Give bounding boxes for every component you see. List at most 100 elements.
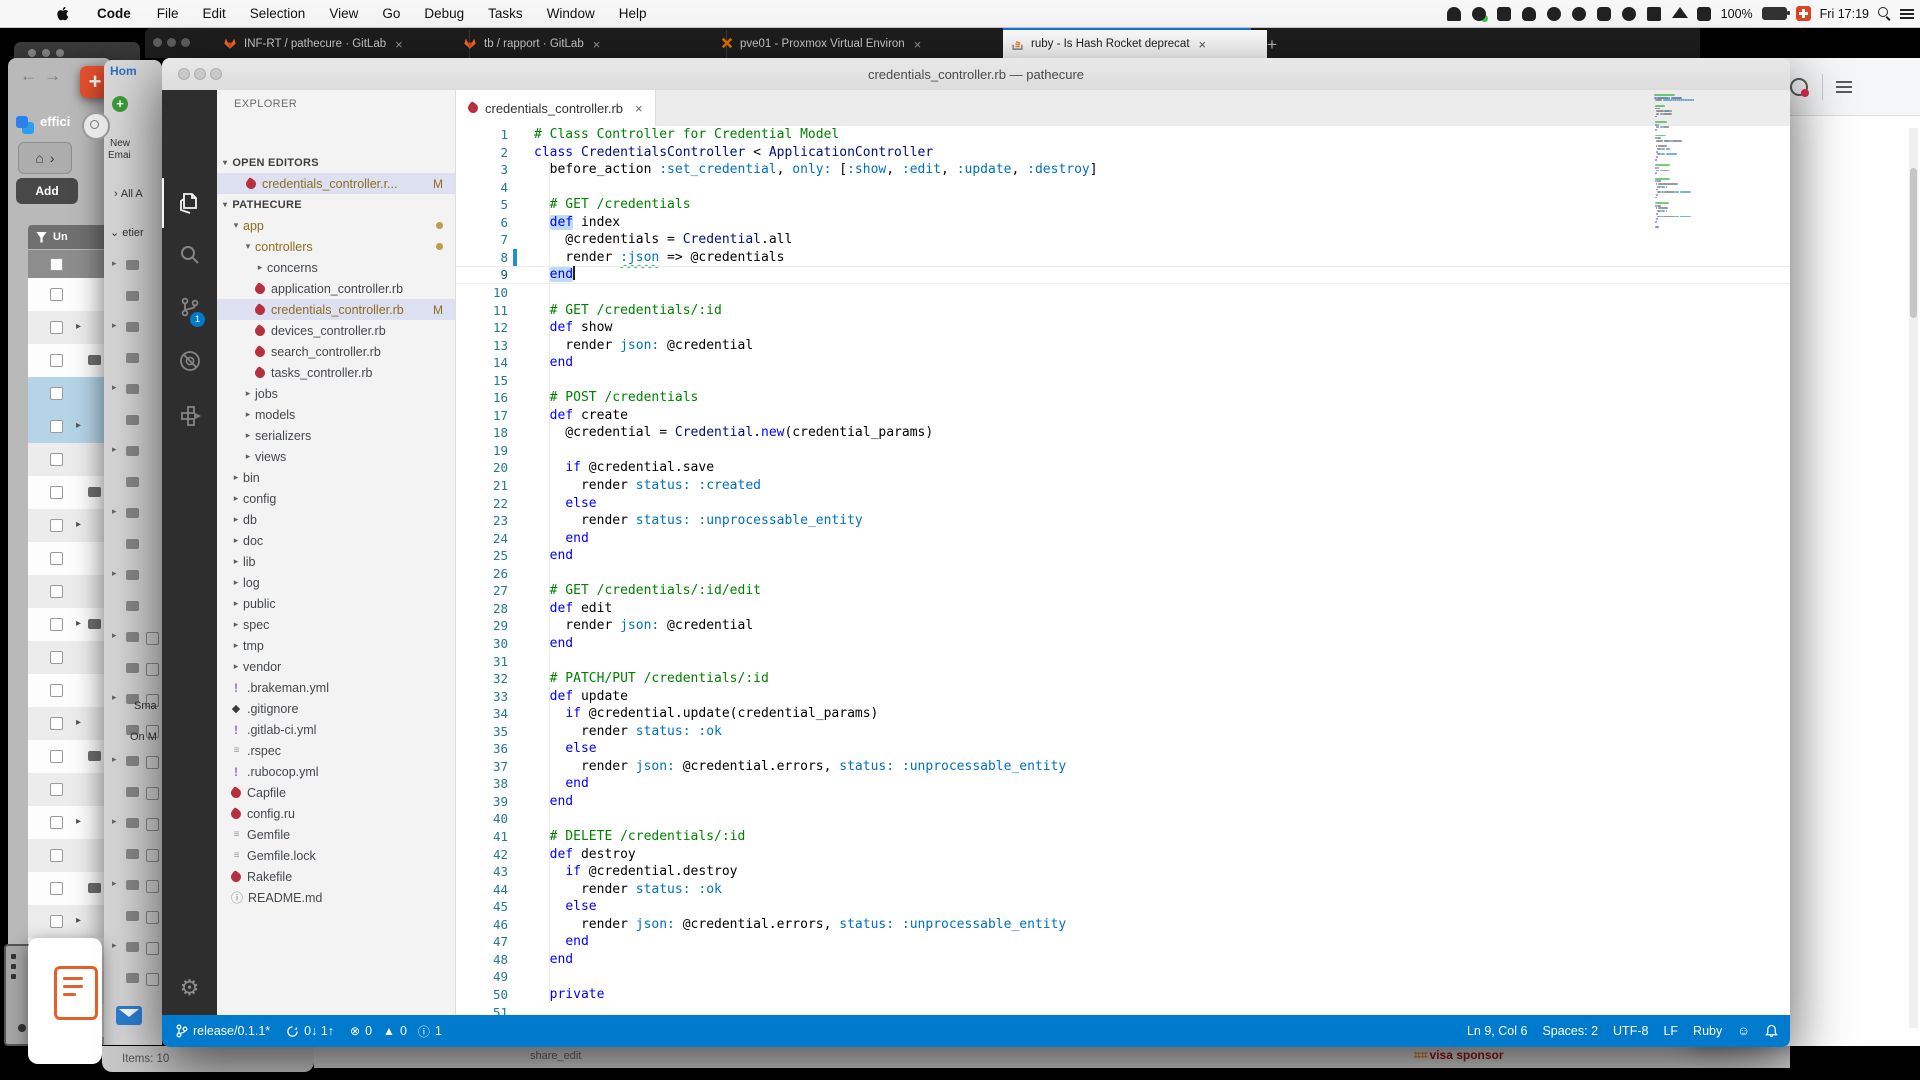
mail-folder-icon[interactable]	[126, 322, 139, 332]
encoding-setting[interactable]: UTF-8	[1613, 1024, 1648, 1038]
mail-folder-icon[interactable]	[126, 632, 139, 642]
code-line-32[interactable]: 32 # PATCH/PUT /credentials/:id	[456, 670, 1790, 688]
menu-item-file[interactable]: File	[145, 6, 191, 21]
search-icon[interactable]	[162, 230, 217, 280]
open-editors-header[interactable]: ▾OPEN EDITORS	[217, 152, 455, 173]
chevron-right-icon[interactable]: ▸	[112, 754, 117, 765]
eol-setting[interactable]: LF	[1663, 1024, 1678, 1038]
list-row[interactable]	[28, 476, 112, 509]
code-view[interactable]: 1# Class Controller for Credential Model…	[456, 126, 1790, 1015]
chevron-right-icon[interactable]: ▸	[112, 816, 117, 827]
list-row[interactable]	[28, 377, 112, 410]
browser-tab[interactable]: pve01 - Proxmox Virtual Environ×	[713, 30, 1017, 58]
chevron-right-icon[interactable]: ▸	[112, 630, 117, 641]
menu-item-go[interactable]: Go	[370, 6, 412, 21]
file-item-credentials_controller.rb[interactable]: credentials_controller.rbM	[217, 299, 455, 320]
volume-icon[interactable]	[1696, 6, 1712, 22]
code-line-47[interactable]: 47 end	[456, 933, 1790, 951]
minimize-window-button[interactable]	[167, 38, 176, 47]
list-row[interactable]	[28, 575, 112, 608]
file-item-.rspec[interactable]: ≡.rspec	[217, 740, 455, 761]
folder-item-db[interactable]: ▸db	[217, 509, 455, 530]
git-branch-status[interactable]: release/0.1.1*	[176, 1024, 270, 1038]
code-line-18[interactable]: 18 @credential = Credential.new(credenti…	[456, 424, 1790, 442]
row-checkbox[interactable]	[50, 783, 63, 796]
zoom-window-button[interactable]	[181, 38, 190, 47]
code-line-19[interactable]: 19	[456, 442, 1790, 460]
mail-home-tab[interactable]: Hom	[110, 64, 137, 78]
privacy-icon[interactable]	[1471, 6, 1487, 22]
folder-item-concerns[interactable]: ▸concerns	[217, 257, 455, 278]
shortcut-icon[interactable]	[1596, 6, 1612, 22]
list-row[interactable]	[28, 740, 112, 773]
code-line-38[interactable]: 38 end	[456, 775, 1790, 793]
chevron-right-icon[interactable]: ▸	[76, 420, 81, 431]
row-checkbox[interactable]	[50, 651, 63, 664]
code-line-49[interactable]: 49	[456, 968, 1790, 986]
file-item-Rakefile[interactable]: Rakefile	[217, 866, 455, 887]
list-row[interactable]: ▸	[28, 707, 112, 740]
code-line-42[interactable]: 42 def destroy	[456, 846, 1790, 864]
file-item-config.ru[interactable]: config.ru	[217, 803, 455, 824]
folder-item-public[interactable]: ▸public	[217, 593, 455, 614]
mail-label-sma[interactable]: Sma	[134, 700, 157, 712]
code-line-11[interactable]: 11 # GET /credentials/:id	[456, 302, 1790, 320]
mail-label-onm[interactable]: On M	[130, 731, 157, 743]
folder-item-vendor[interactable]: ▸vendor	[217, 656, 455, 677]
code-line-8[interactable]: 8 render :json => @credentials	[456, 249, 1790, 267]
mail-folder-icon[interactable]	[126, 539, 139, 549]
row-checkbox[interactable]	[50, 552, 63, 565]
mail-folder-icon[interactable]	[126, 570, 139, 580]
code-line-12[interactable]: 12 def show	[456, 319, 1790, 337]
notification-center-icon[interactable]	[1900, 8, 1914, 20]
explorer-icon[interactable]	[162, 178, 217, 228]
bell-icon[interactable]	[1521, 6, 1537, 22]
search-circle-icon[interactable]	[82, 112, 110, 140]
code-line-50[interactable]: 50 private	[456, 986, 1790, 1004]
folder-item-log[interactable]: ▸log	[217, 572, 455, 593]
code-line-25[interactable]: 25 end	[456, 547, 1790, 565]
editor-tab[interactable]: credentials_controller.rb ×	[456, 90, 656, 126]
cursor-position[interactable]: Ln 9, Col 6	[1467, 1024, 1527, 1038]
vpn-icon[interactable]	[1546, 6, 1562, 22]
mail-folder-icon[interactable]	[126, 663, 139, 673]
file-item-Gemfile.lock[interactable]: ≡Gemfile.lock	[217, 845, 455, 866]
file-item-.brakeman.yml[interactable]: !.brakeman.yml	[217, 677, 455, 698]
code-line-40[interactable]: 40	[456, 810, 1790, 828]
mail-folder-icon[interactable]	[126, 756, 139, 766]
folder-item-serializers[interactable]: ▸serializers	[217, 425, 455, 446]
problems-status[interactable]: ⊗0 ▲0 ⓘ1	[350, 1023, 442, 1040]
list-row[interactable]: ▸	[28, 509, 112, 542]
folder-item-models[interactable]: ▸models	[217, 404, 455, 425]
code-line-9[interactable]: 9 end	[456, 266, 1790, 284]
list-row[interactable]: ▸	[28, 410, 112, 443]
extensions-icon[interactable]	[162, 390, 217, 440]
code-line-20[interactable]: 20 if @credential.save	[456, 459, 1790, 477]
list-row[interactable]	[28, 278, 112, 311]
code-line-36[interactable]: 36 else	[456, 740, 1790, 758]
folder-item-bin[interactable]: ▸bin	[217, 467, 455, 488]
file-item-tasks_controller.rb[interactable]: tasks_controller.rb	[217, 362, 455, 383]
chevron-right-icon[interactable]: ▸	[112, 382, 117, 393]
list-row[interactable]	[28, 872, 112, 905]
chevron-right-icon[interactable]: ▸	[112, 258, 117, 269]
row-checkbox[interactable]	[50, 486, 63, 499]
lock-icon[interactable]	[1446, 6, 1462, 22]
mail-folder-icon[interactable]	[126, 818, 139, 828]
zoom-window-button[interactable]	[210, 68, 222, 80]
docker-icon[interactable]	[1496, 6, 1512, 22]
folder-item-views[interactable]: ▸views	[217, 446, 455, 467]
browser-tab[interactable]: INF-RT / pathecure · GitLab×	[215, 30, 470, 58]
list-row[interactable]	[28, 344, 112, 377]
code-line-6[interactable]: 6 def index	[456, 214, 1790, 232]
chevron-right-icon[interactable]: ▸	[112, 692, 117, 703]
file-item-search_controller.rb[interactable]: search_controller.rb	[217, 341, 455, 362]
menu-item-help[interactable]: Help	[607, 6, 659, 21]
code-line-45[interactable]: 45 else	[456, 898, 1790, 916]
list-row[interactable]	[28, 641, 112, 674]
code-line-21[interactable]: 21 render status: :created	[456, 477, 1790, 495]
row-checkbox[interactable]	[50, 882, 63, 895]
page-scrollbar[interactable]	[1909, 128, 1918, 1028]
code-line-43[interactable]: 43 if @credential.destroy	[456, 863, 1790, 881]
notifications-bell-icon[interactable]	[1765, 1024, 1778, 1038]
